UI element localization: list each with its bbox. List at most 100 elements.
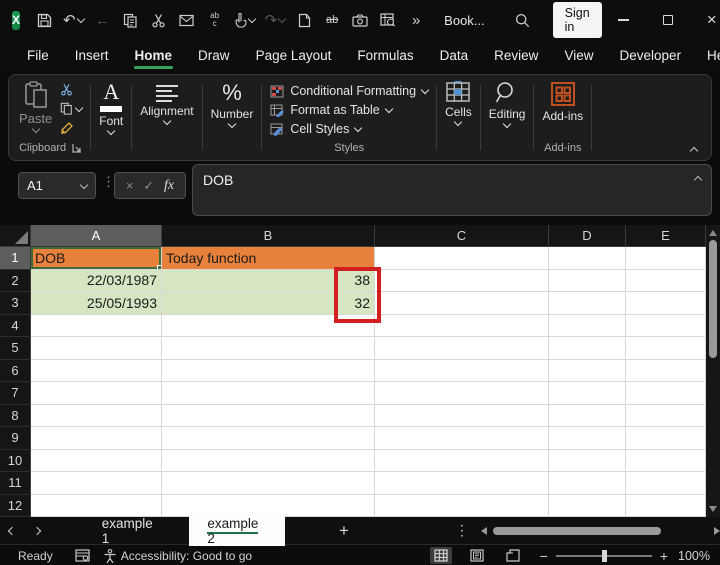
cell-D7[interactable]	[549, 382, 626, 405]
zoom-level[interactable]: 100%	[678, 549, 710, 563]
format-painter-button[interactable]	[60, 121, 82, 135]
scroll-left-icon[interactable]	[481, 527, 487, 535]
fill-handle[interactable]	[157, 265, 162, 270]
collapse-ribbon-icon[interactable]	[690, 147, 698, 155]
strikethrough-button[interactable]: ab	[320, 7, 344, 33]
cell-B9[interactable]	[162, 427, 375, 450]
cell-C12[interactable]	[375, 495, 549, 518]
normal-view-button[interactable]	[430, 547, 452, 564]
zoom-in-button[interactable]: +	[660, 548, 668, 564]
row-header-8[interactable]: 8	[0, 405, 31, 428]
chevron-down-icon[interactable]	[384, 105, 392, 113]
row-header-9[interactable]: 9	[0, 427, 31, 450]
column-header-a[interactable]: A	[31, 225, 162, 247]
tab-view[interactable]: View	[551, 42, 606, 71]
chevron-down-icon[interactable]	[76, 15, 84, 23]
cell-D11[interactable]	[549, 472, 626, 495]
tab-developer[interactable]: Developer	[606, 42, 694, 71]
cell-E3[interactable]	[626, 292, 706, 315]
cell-A6[interactable]	[31, 360, 162, 383]
zoom-out-button[interactable]: −	[540, 548, 548, 564]
cell-A1[interactable]: DOB	[31, 247, 162, 270]
tab-help[interactable]: Help	[694, 42, 720, 71]
tab-home[interactable]: Home	[122, 42, 186, 71]
column-header-e[interactable]: E	[626, 225, 706, 247]
column-header-b[interactable]: B	[162, 225, 375, 247]
copy-button[interactable]	[119, 7, 143, 33]
enter-check-icon[interactable]: ✓	[143, 178, 154, 194]
maximize-button[interactable]	[646, 0, 690, 40]
cell-E2[interactable]	[626, 270, 706, 293]
row-header-4[interactable]: 4	[0, 315, 31, 338]
cell-C4[interactable]	[375, 315, 549, 338]
tab-draw[interactable]: Draw	[185, 42, 243, 71]
column-header-d[interactable]: D	[549, 225, 626, 247]
search-button[interactable]	[511, 7, 535, 33]
undo-button[interactable]: ↶	[60, 7, 87, 33]
cell-B8[interactable]	[162, 405, 375, 428]
cell-D6[interactable]	[549, 360, 626, 383]
cell-A5[interactable]	[31, 337, 162, 360]
chevron-down-icon[interactable]	[228, 120, 236, 128]
cell-D12[interactable]	[549, 495, 626, 518]
formula-bar-expand-icon[interactable]	[694, 176, 702, 184]
cell-D3[interactable]	[549, 292, 626, 315]
select-all-corner[interactable]	[0, 225, 31, 247]
cell-D10[interactable]	[549, 450, 626, 473]
chevron-down-icon[interactable]	[80, 180, 88, 188]
formula-input[interactable]: DOB	[192, 164, 712, 216]
cell-E12[interactable]	[626, 495, 706, 518]
row-header-12[interactable]: 12	[0, 495, 31, 518]
cell-B1[interactable]: Today function	[162, 247, 375, 270]
scroll-right-icon[interactable]	[714, 527, 720, 535]
cells-button[interactable]: Cells	[445, 81, 472, 125]
camera-button[interactable]	[348, 7, 372, 33]
cell-C5[interactable]	[375, 337, 549, 360]
page-break-preview-button[interactable]	[502, 547, 524, 564]
cell-B5[interactable]	[162, 337, 375, 360]
sheet-tab-more-button[interactable]: ⋮	[455, 522, 469, 539]
row-header-1[interactable]: 1	[0, 247, 31, 270]
chevron-down-icon[interactable]	[107, 127, 115, 135]
row-header-3[interactable]: 3	[0, 292, 31, 315]
cell-B6[interactable]	[162, 360, 375, 383]
cell-A3[interactable]: 25/05/1993	[31, 292, 162, 315]
horizontal-scrollbar[interactable]	[481, 526, 720, 536]
vertical-scrollbar[interactable]	[706, 225, 720, 517]
tab-formulas[interactable]: Formulas	[344, 42, 426, 71]
cell-A7[interactable]	[31, 382, 162, 405]
sheet-tab-example-2[interactable]: example 2	[189, 512, 285, 551]
chevron-down-icon[interactable]	[421, 86, 429, 94]
replace-button[interactable]: ab c	[203, 7, 227, 33]
cell-C8[interactable]	[375, 405, 549, 428]
sheet-nav-prev-button[interactable]	[0, 528, 25, 534]
accessibility-status[interactable]: Accessibility: Good to go	[104, 549, 252, 563]
row-header-2[interactable]: 2	[0, 270, 31, 293]
cell-C7[interactable]	[375, 382, 549, 405]
name-box[interactable]: A1	[18, 172, 96, 199]
tab-insert[interactable]: Insert	[62, 42, 122, 71]
cell-C11[interactable]	[375, 472, 549, 495]
cell-B10[interactable]	[162, 450, 375, 473]
sheet-nav-next-button[interactable]	[25, 528, 50, 534]
cell-D1[interactable]	[549, 247, 626, 270]
horizontal-scroll-thumb[interactable]	[493, 527, 661, 535]
cell-E4[interactable]	[626, 315, 706, 338]
cell-A9[interactable]	[31, 427, 162, 450]
sheet-tab-example-1[interactable]: example 1	[80, 511, 184, 551]
table-lookup-button[interactable]	[376, 7, 400, 33]
sign-in-button[interactable]: Sign in	[553, 2, 602, 38]
cell-B11[interactable]	[162, 472, 375, 495]
cell-B4[interactable]	[162, 315, 375, 338]
paste-button[interactable]: Paste	[19, 81, 52, 132]
tab-review[interactable]: Review	[481, 42, 551, 71]
editing-button[interactable]: Editing	[489, 81, 526, 127]
cell-C3[interactable]	[375, 292, 549, 315]
tab-page-layout[interactable]: Page Layout	[243, 42, 345, 71]
cut-button-ribbon[interactable]	[60, 83, 82, 96]
email-button[interactable]	[175, 7, 199, 33]
cell-E9[interactable]	[626, 427, 706, 450]
chevron-down-icon[interactable]	[503, 120, 511, 128]
chevron-down-icon[interactable]	[454, 118, 462, 126]
cell-D5[interactable]	[549, 337, 626, 360]
